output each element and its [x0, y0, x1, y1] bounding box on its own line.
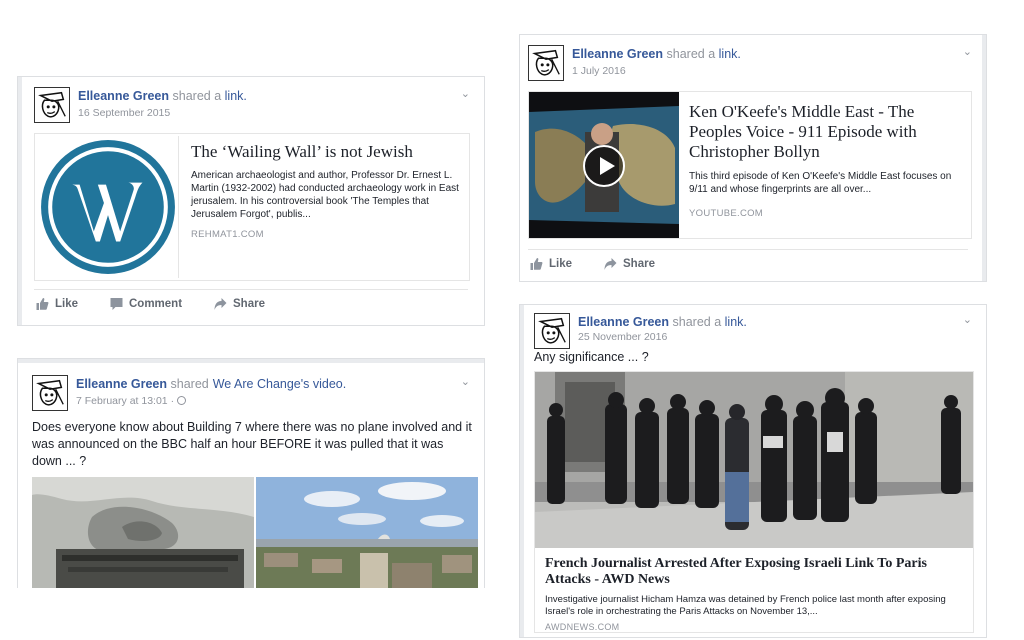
post-header: Elleanne Green shared We Are Change's vid… [32, 375, 470, 415]
avatar[interactable] [528, 45, 564, 81]
post-date[interactable]: 16 September 2015 [78, 107, 170, 119]
thumbs-up-icon [530, 258, 543, 270]
chevron-down-icon[interactable]: ⌄ [461, 87, 470, 100]
chevron-down-icon[interactable]: ⌄ [461, 375, 470, 388]
post-date-line: 7 February at 13:01 · [76, 395, 186, 407]
link-preview[interactable]: Ken O'Keefe's Middle East - The Peoples … [528, 91, 972, 239]
object-link[interactable]: link. [225, 89, 247, 103]
action-verb: shared [170, 377, 209, 391]
author-name[interactable]: Elleanne Green [578, 315, 669, 329]
card-shade [18, 359, 484, 363]
post-header: Elleanne Green shared a link. 1 July 201… [528, 45, 972, 85]
link-domain: YOUTUBE.COM [689, 208, 764, 219]
link-description: Investigative journalist Hicham Hamza wa… [545, 594, 946, 617]
chevron-down-icon[interactable]: ⌄ [963, 45, 972, 58]
share-button[interactable]: Share [604, 258, 655, 270]
author-name[interactable]: Elleanne Green [76, 377, 167, 391]
wordpress-logo [37, 136, 179, 278]
share-label: Share [623, 258, 655, 270]
share-label: Share [233, 298, 265, 310]
avatar[interactable] [34, 87, 70, 123]
post-actions: Like Share [528, 249, 968, 279]
link-domain: REHMAT1.COM [191, 229, 264, 240]
video-frame[interactable] [32, 477, 478, 588]
like-button[interactable]: Like [36, 298, 78, 310]
page-link[interactable]: We Are Change [213, 377, 301, 391]
share-button[interactable]: Share [214, 298, 265, 310]
play-icon[interactable] [583, 145, 625, 187]
post-building-7: Elleanne Green shared We Are Change's vid… [17, 358, 485, 588]
post-actions: Like Comment Share [34, 289, 468, 319]
post-header-line: Elleanne Green shared a link. [572, 47, 741, 61]
link-preview[interactable]: The ‘Wailing Wall’ is not Jewish America… [34, 133, 470, 281]
post-message: Does everyone know about Building 7 wher… [32, 420, 472, 468]
globe-icon [176, 396, 186, 405]
post-date[interactable]: 7 February at 13:01 [76, 395, 168, 407]
object-link[interactable]: 's video. [301, 377, 346, 391]
action-verb: shared a [672, 315, 722, 329]
card-shade [18, 77, 22, 325]
link-description: American archaeologist and author, Profe… [191, 170, 459, 220]
video-thumbnail[interactable] [529, 92, 679, 238]
comment-label: Comment [129, 298, 183, 310]
link-description: This third episode of Ken O'Keefe's Midd… [689, 171, 952, 195]
share-icon [214, 298, 227, 310]
post-date[interactable]: 1 July 2016 [572, 65, 626, 77]
action-verb: shared a [666, 47, 716, 61]
post-ken-okeefe: Elleanne Green shared a link. 1 July 201… [519, 34, 987, 282]
object-link[interactable]: link. [719, 47, 741, 61]
post-wailing-wall: Elleanne Green shared a link. 16 Septemb… [17, 76, 485, 326]
like-label: Like [549, 258, 573, 270]
comment-button[interactable]: Comment [110, 298, 182, 310]
avatar[interactable] [32, 375, 68, 411]
author-name[interactable]: Elleanne Green [572, 47, 663, 61]
post-header-line: Elleanne Green shared We Are Change's vid… [76, 377, 346, 391]
like-label: Like [55, 298, 79, 310]
author-name[interactable]: Elleanne Green [78, 89, 169, 103]
comment-icon [110, 298, 123, 310]
post-header-line: Elleanne Green shared a link. [578, 315, 747, 329]
link-title[interactable]: French Journalist Arrested After Exposin… [545, 556, 965, 588]
link-preview[interactable]: French Journalist Arrested After Exposin… [534, 371, 974, 633]
card-shade [982, 35, 986, 281]
share-icon [604, 258, 617, 270]
link-image [535, 372, 973, 548]
post-header: Elleanne Green shared a link. 25 Novembe… [534, 313, 972, 353]
like-button[interactable]: Like [530, 258, 572, 270]
post-message: Any significance ... ? [534, 350, 649, 364]
post-date[interactable]: 25 November 2016 [578, 331, 667, 343]
avatar[interactable] [534, 313, 570, 349]
thumbs-up-icon [36, 298, 49, 310]
date-separator: · [170, 395, 175, 407]
object-link[interactable]: link. [725, 315, 747, 329]
link-domain: AWDNEWS.COM [545, 622, 620, 632]
post-header-line: Elleanne Green shared a link. [78, 89, 247, 103]
post-header: Elleanne Green shared a link. 16 Septemb… [34, 87, 470, 127]
link-title[interactable]: The ‘Wailing Wall’ is not Jewish [191, 142, 461, 162]
card-shade [520, 305, 524, 637]
action-verb: shared a [172, 89, 222, 103]
link-title[interactable]: Ken O'Keefe's Middle East - The Peoples … [689, 102, 965, 162]
chevron-down-icon[interactable]: ⌄ [963, 313, 972, 326]
post-french-journalist: Elleanne Green shared a link. 25 Novembe… [519, 304, 987, 638]
